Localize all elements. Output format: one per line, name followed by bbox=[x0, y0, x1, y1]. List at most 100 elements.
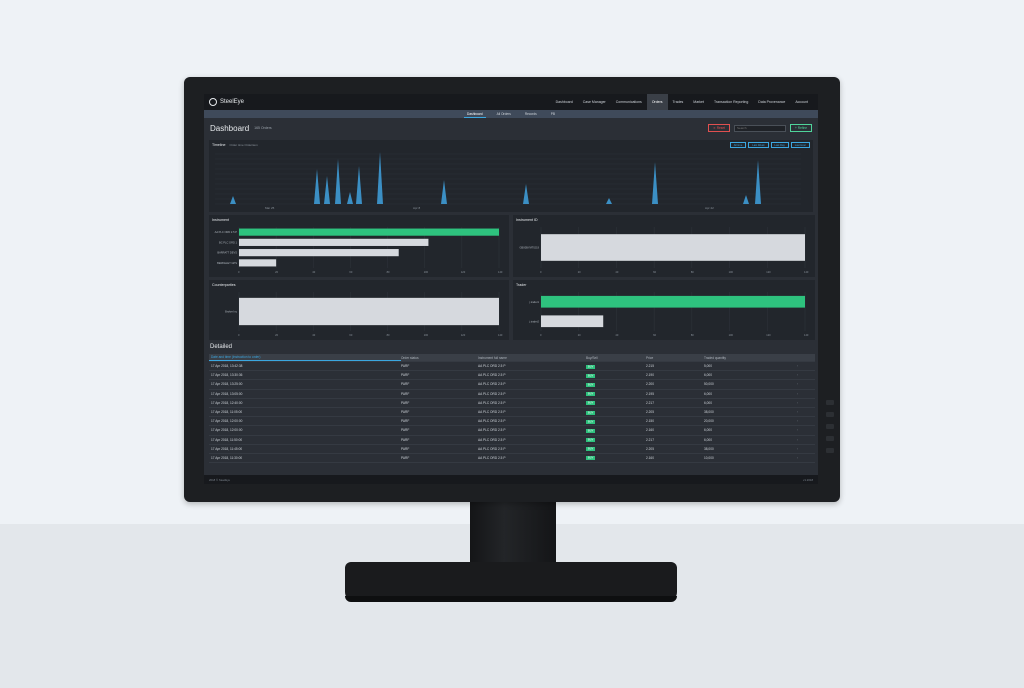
bar-x-tick: 140 bbox=[498, 270, 503, 274]
row-chevron-icon[interactable]: › bbox=[797, 438, 815, 442]
table-cell: PARF bbox=[401, 446, 410, 451]
nav-item-data-provenance[interactable]: Data Provenance bbox=[753, 94, 790, 110]
bar-label: GB00BYMT0J19 bbox=[520, 246, 540, 250]
tab-pb[interactable]: PB bbox=[548, 111, 558, 117]
table-cell: AA PLC ORD 2.5 P bbox=[478, 437, 506, 442]
row-chevron-icon[interactable]: › bbox=[797, 364, 815, 368]
sub-navigation: Dashboard All Orders Records PB bbox=[204, 110, 818, 118]
bar-x-tick: 20 bbox=[578, 270, 581, 274]
nav-item-market[interactable]: Market bbox=[688, 94, 709, 110]
column-header[interactable]: Order status bbox=[401, 356, 478, 360]
table-cell: 2.217 bbox=[646, 437, 654, 442]
table-row[interactable]: 17 Apr 2018, 11:45:00 PARF AA PLC ORD 2.5 … bbox=[209, 445, 815, 454]
buy-badge: BUY bbox=[586, 373, 596, 378]
bar-label: BERKELEY GPS bbox=[217, 261, 237, 265]
brand-logo[interactable]: SteelEye bbox=[209, 98, 244, 106]
timeline-range-buttons: All time Last Week Last Day Last Hour bbox=[729, 142, 810, 148]
nav-item-case-manager[interactable]: Case Manager bbox=[578, 94, 611, 110]
footer: 2018 © SteelEye v1.2018 bbox=[204, 475, 818, 484]
table-cell: 2.217 bbox=[646, 400, 654, 405]
tab-records[interactable]: Records bbox=[522, 111, 540, 117]
reset-button[interactable]: ✕ Reset bbox=[708, 124, 731, 132]
row-chevron-icon[interactable]: › bbox=[797, 373, 815, 377]
row-chevron-icon[interactable]: › bbox=[797, 401, 815, 405]
page-header: Dashboard 165 Orders ✕ Reset + Refine bbox=[204, 118, 818, 138]
column-header[interactable]: Instrument full name bbox=[478, 356, 586, 360]
table-row[interactable]: 17 Apr 2018, 11:30:00 PARF AA PLC ORD 2.5 … bbox=[209, 454, 815, 464]
table-row[interactable]: 17 Apr 2018, 13:30:36 PARF AA PLC ORD 2.5 … bbox=[209, 371, 815, 381]
buy-badge: BUY bbox=[586, 382, 596, 387]
bar-x-tick: 100 bbox=[424, 270, 429, 274]
table-cell: PARF bbox=[401, 437, 410, 442]
search-input[interactable] bbox=[734, 124, 787, 132]
timeline-spike bbox=[230, 196, 236, 204]
table-cell: 6,000 bbox=[704, 428, 712, 433]
range-button-last-hour[interactable]: Last Hour bbox=[790, 142, 810, 148]
bar-x-tick: 120 bbox=[461, 270, 466, 274]
nav-item-communications[interactable]: Communications bbox=[611, 94, 647, 110]
tab-all-orders[interactable]: All Orders bbox=[494, 111, 514, 117]
range-button-last-week[interactable]: Last Week bbox=[748, 142, 769, 148]
nav-item-orders[interactable]: Orders bbox=[646, 94, 668, 110]
column-header[interactable]: Price bbox=[646, 356, 704, 360]
row-chevron-icon[interactable]: › bbox=[797, 419, 815, 423]
buy-badge: BUY bbox=[586, 456, 596, 461]
bar bbox=[239, 238, 429, 246]
bar-x-tick: 80 bbox=[387, 333, 390, 337]
timeline-spike bbox=[743, 195, 749, 204]
range-button-all-time[interactable]: All time bbox=[729, 142, 747, 148]
table-row[interactable]: 17 Apr 2018, 12:00:00 PARF AA PLC ORD 2.5 … bbox=[209, 417, 815, 427]
table-cell: PARF bbox=[401, 455, 410, 460]
row-chevron-icon[interactable]: › bbox=[797, 456, 815, 460]
range-button-last-day[interactable]: Last Day bbox=[770, 142, 789, 148]
bar-x-tick: 20 bbox=[578, 333, 581, 337]
trader-title: Trader bbox=[516, 283, 527, 287]
instrument-title: Instrument bbox=[212, 218, 229, 222]
buy-badge: BUY bbox=[586, 438, 596, 443]
buy-badge: BUY bbox=[586, 364, 596, 369]
table-row[interactable]: 17 Apr 2018, 13:42:38 PARF AA PLC ORD 2.5 … bbox=[209, 362, 815, 372]
table-row[interactable]: 17 Apr 2018, 11:05:00 PARF AA PLC ORD 2.5 … bbox=[209, 408, 815, 418]
nav-item-transaction-reporting[interactable]: Transaction Reporting bbox=[709, 94, 753, 110]
refine-button[interactable]: + Refine bbox=[790, 124, 812, 132]
table-cell: AA PLC ORD 2.5 P bbox=[478, 373, 506, 378]
timeline-x-tick: Apr 22 bbox=[705, 206, 714, 210]
row-chevron-icon[interactable]: › bbox=[797, 392, 815, 396]
counterparties-title: Counterparties bbox=[212, 283, 236, 287]
table-cell: BUY bbox=[586, 364, 646, 369]
table-cell: PARF bbox=[401, 382, 410, 387]
nav-item-dashboard[interactable]: Dashboard bbox=[551, 94, 578, 110]
table-cell: BUY bbox=[586, 392, 646, 397]
row-chevron-icon[interactable]: › bbox=[797, 447, 815, 451]
table-row[interactable]: 17 Apr 2018, 12:00:00 PARF AA PLC ORD 2.5 … bbox=[209, 426, 815, 436]
row-chevron-icon[interactable]: › bbox=[797, 410, 815, 414]
buy-badge: BUY bbox=[586, 447, 596, 452]
bar-x-tick: 40 bbox=[615, 270, 618, 274]
column-header[interactable]: Traded quantity bbox=[704, 356, 797, 360]
table-cell: PARF bbox=[401, 364, 410, 369]
table-row[interactable]: 17 Apr 2018, 13:05:00 PARF AA PLC ORD 2.5 … bbox=[209, 390, 815, 399]
monitor-side-button bbox=[826, 400, 834, 405]
bar-x-tick: 120 bbox=[766, 333, 771, 337]
timeline-subtitle: Order time Orderitem bbox=[229, 143, 258, 147]
column-header[interactable]: Date and time (Instruction to order) bbox=[209, 354, 401, 361]
table-cell: 20,000 bbox=[704, 419, 714, 424]
counterparties-chart: 0 20 40 60 80 100 120 140 Broker Inc bbox=[225, 292, 503, 337]
table-cell: AA PLC ORD 2.5 P bbox=[478, 428, 506, 433]
tab-dashboard[interactable]: Dashboard bbox=[464, 111, 486, 118]
row-chevron-icon[interactable]: › bbox=[797, 428, 815, 432]
table-cell: AA PLC ORD 2.5 P bbox=[478, 391, 506, 396]
nav-item-trades[interactable]: Trades bbox=[668, 94, 689, 110]
table-row[interactable]: 17 Apr 2018, 11:50:00 PARF AA PLC ORD 2.5 … bbox=[209, 436, 815, 445]
table-header-row: Date and time (Instruction to order) Orde… bbox=[209, 354, 815, 362]
row-chevron-icon[interactable]: › bbox=[797, 382, 815, 386]
table-cell: 2.190 bbox=[646, 373, 654, 378]
table-cell: 17 Apr 2018, 12:40:00 bbox=[211, 400, 243, 405]
timeline-spike bbox=[441, 180, 447, 204]
table-row[interactable]: 17 Apr 2018, 13:25:00 PARF AA PLC ORD 2.5 … bbox=[209, 380, 815, 390]
bar-x-tick: 0 bbox=[540, 333, 542, 337]
table-row[interactable]: 17 Apr 2018, 12:40:00 PARF AA PLC ORD 2.5 … bbox=[209, 399, 815, 408]
nav-item-account[interactable]: Account bbox=[790, 94, 813, 110]
column-header[interactable]: Buy/Sell bbox=[586, 356, 646, 360]
table-cell: AA PLC ORD 2.5 P bbox=[478, 446, 506, 451]
